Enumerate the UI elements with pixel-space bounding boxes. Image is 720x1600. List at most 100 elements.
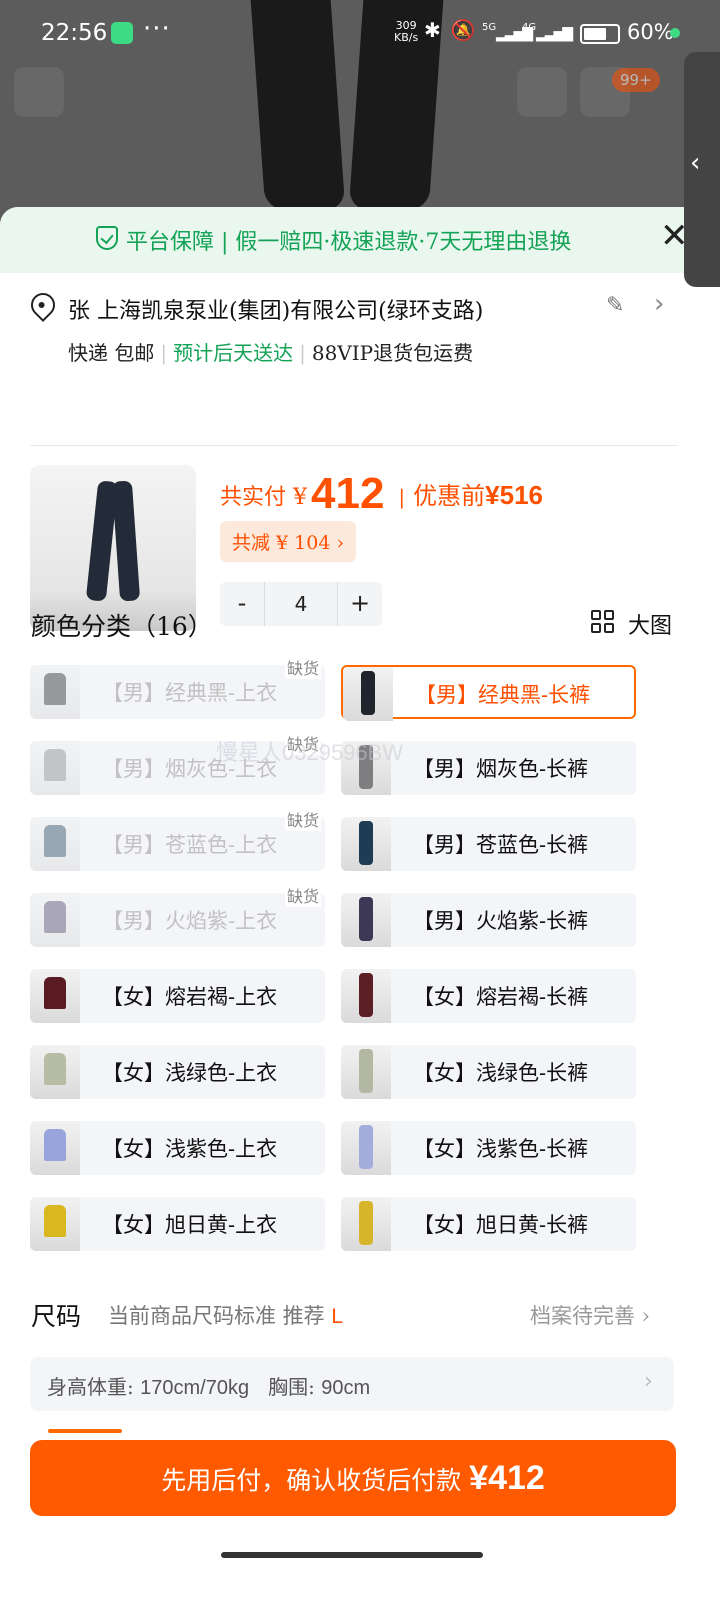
color-variant-option[interactable]: 【女】旭日黄-长裤: [341, 1197, 636, 1251]
sku-selector-sheet: 平台保障 | 假一赔四·极速退款·7天无理由退换 ✕ 张 上海凯泉泵业(集团)有…: [0, 207, 720, 1600]
pay-button-amount: ¥412: [469, 1459, 545, 1497]
color-variant-option[interactable]: 【男】经典黑-长裤: [341, 665, 636, 721]
variant-thumbnail: [30, 893, 80, 947]
color-variant-option[interactable]: 【男】苍蓝色-长裤: [341, 817, 636, 871]
before-discount-label: 优惠前: [413, 482, 486, 510]
recommended-size: L: [331, 1305, 344, 1328]
saving-badge[interactable]: 共减 ¥ 104 ›: [220, 521, 357, 562]
color-variant-option[interactable]: 【女】旭日黄-上衣: [30, 1197, 325, 1251]
color-variant-option[interactable]: 【女】熔岩褐-长裤: [341, 969, 636, 1023]
signal-bars-icon: ▂▃▅▇: [496, 26, 533, 42]
body-measurements-card[interactable]: 身高体重: 170cm/70kg 胸围: 90cm ›: [30, 1357, 674, 1411]
variant-label: 【女】熔岩褐-长裤: [413, 985, 589, 1009]
price-separator: |: [398, 485, 406, 509]
increase-button[interactable]: +: [338, 582, 382, 626]
variant-label: 【女】浅绿色-上衣: [102, 1061, 278, 1085]
grid-view-icon[interactable]: [591, 610, 615, 634]
address-section[interactable]: 张 上海凯泉泵业(集团)有限公司(绿环支路) ✎ › 快递 包邮 | 预计后天送达 |…: [0, 273, 720, 446]
chevron-right-icon: ›: [644, 1369, 653, 1394]
variant-thumbnail: [341, 969, 391, 1023]
pants-icon: [359, 897, 373, 941]
divider: [30, 445, 678, 446]
back-button: [14, 67, 64, 117]
height-weight-label: 身高体重:: [47, 1375, 134, 1399]
status-icons: ✱🔕: [424, 18, 486, 42]
address-text: 张 上海凯泉泵业(集团)有限公司(绿环支路): [68, 299, 484, 324]
size-hint: 当前商品尺码标准 推荐 L: [108, 1300, 343, 1330]
signal-bars-icon-2: ▂▃▅▇: [536, 26, 573, 42]
net-speed: 309 KB/s: [394, 20, 418, 44]
location-pin-icon: [26, 288, 60, 322]
size-standard-text: 当前商品尺码标准 推荐: [108, 1304, 325, 1328]
variant-label: 【女】浅紫色-长裤: [413, 1137, 589, 1161]
color-variant-option[interactable]: 【男】火焰紫-长裤: [341, 893, 636, 947]
shield-check-icon: [96, 226, 118, 250]
home-indicator[interactable]: [221, 1552, 483, 1558]
variant-thumbnail: [30, 1045, 80, 1099]
variant-label: 【男】火焰紫-上衣: [102, 909, 278, 933]
pants-icon: [361, 671, 375, 715]
out-of-stock-tag: 缺货: [284, 655, 321, 679]
mute-icon: 🔕: [450, 18, 486, 42]
profile-incomplete-link[interactable]: 档案待完善 ›: [530, 1300, 650, 1330]
side-drawer-tab[interactable]: ‹: [684, 52, 720, 287]
variant-thumbnail: [343, 667, 393, 721]
color-variant-option[interactable]: 【女】浅紫色-长裤: [341, 1121, 636, 1175]
color-variant-option[interactable]: 【女】浅绿色-长裤: [341, 1045, 636, 1099]
variant-label: 【女】浅紫色-上衣: [102, 1137, 278, 1161]
watermark: 慢星人0329596BW: [216, 740, 404, 765]
variant-label: 【男】经典黑-上衣: [102, 681, 278, 705]
shirt-icon: [44, 1205, 66, 1237]
variant-label: 【男】经典黑-长裤: [415, 683, 591, 707]
privacy-dot-icon: [670, 28, 680, 38]
pay-button-label: 先用后付，确认收货后付款: [161, 1466, 470, 1495]
big-view-button[interactable]: 大图: [628, 608, 672, 640]
quantity-value[interactable]: 4: [264, 582, 338, 626]
decrease-button[interactable]: -: [220, 582, 264, 626]
variant-label: 【男】火焰紫-长裤: [413, 909, 589, 933]
platform-guarantee-banner: 平台保障 | 假一赔四·极速退款·7天无理由退换 ✕: [0, 207, 720, 273]
pants-icon: [359, 1125, 373, 1169]
pay-later-confirm-button[interactable]: 先用后付，确认收货后付款 ¥412: [30, 1440, 676, 1516]
color-variant-option[interactable]: 【女】浅绿色-上衣: [30, 1045, 325, 1099]
chest-value: 90cm: [321, 1377, 371, 1399]
color-variant-option[interactable]: 【女】浅紫色-上衣: [30, 1121, 325, 1175]
battery-icon: [580, 24, 620, 44]
color-variant-option[interactable]: 【男】苍蓝色-上衣 缺货: [30, 807, 325, 871]
status-bar: 22:56 ··· 309 KB/s ✱🔕 5G 4G ▂▃▅▇ ▂▃▅▇ 60…: [0, 0, 720, 66]
color-variant-option[interactable]: 【女】熔岩褐-上衣: [30, 969, 325, 1023]
more-notifications-icon: ···: [143, 14, 171, 44]
share-button: [517, 67, 567, 117]
chest-label: 胸围:: [268, 1375, 315, 1399]
cart-count-badge: 99+: [612, 68, 660, 92]
bluetooth-icon: ✱: [424, 18, 451, 42]
chevron-right-icon[interactable]: ›: [654, 289, 664, 319]
edit-icon[interactable]: ✎: [606, 293, 624, 318]
delivery-info: 快递 包邮 | 预计后天送达 | 88VIP退货包运费: [68, 341, 474, 365]
thumb-leg: [111, 480, 141, 602]
color-section-title: 颜色分类（16）: [31, 612, 213, 641]
shirt-icon: [44, 749, 66, 781]
shirt-icon: [44, 901, 66, 933]
shirt-icon: [44, 673, 66, 705]
paid-label: 共实付 ¥: [220, 485, 307, 510]
pants-icon: [359, 821, 373, 865]
color-variant-option[interactable]: 【男】经典黑-上衣 缺货: [30, 655, 325, 719]
out-of-stock-tag: 缺货: [284, 883, 321, 907]
shirt-icon: [44, 977, 66, 1009]
color-variant-option[interactable]: 【男】火焰紫-上衣 缺货: [30, 883, 325, 947]
variant-thumbnail: [341, 817, 391, 871]
battery-percent: 60%: [627, 20, 674, 44]
pants-icon: [359, 1049, 373, 1093]
variant-label: 【男】烟灰色-长裤: [413, 757, 589, 781]
net-speed-unit: KB/s: [394, 31, 419, 44]
variant-thumbnail: [30, 969, 80, 1023]
variant-thumbnail: [341, 893, 391, 947]
variant-thumbnail: [30, 1121, 80, 1175]
shirt-icon: [44, 1053, 66, 1085]
variant-thumbnail: [341, 1197, 391, 1251]
shirt-icon: [44, 825, 66, 857]
variant-label: 【女】浅绿色-长裤: [413, 1061, 589, 1085]
paid-amount: 412: [311, 469, 385, 518]
delivery-eta: 预计后天送达: [173, 341, 294, 365]
